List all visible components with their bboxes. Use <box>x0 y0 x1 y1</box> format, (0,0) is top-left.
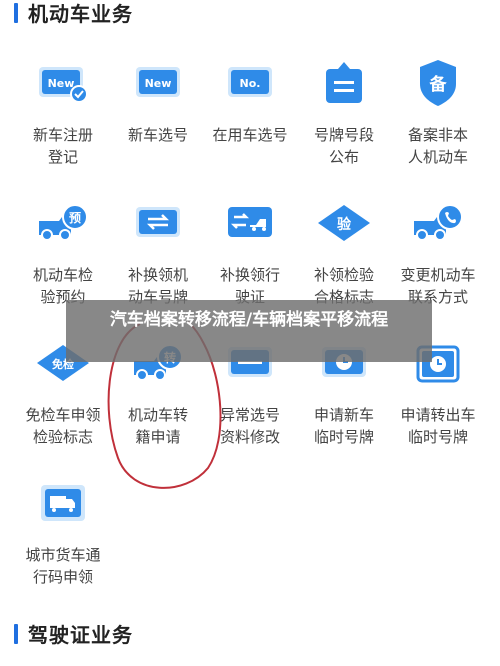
service-label: 城市货车通 行码申领 <box>25 546 101 586</box>
service-label: 新车注册 登记 <box>32 126 93 166</box>
service-plate-segment-announce[interactable]: 号牌号段 公布 <box>296 58 392 168</box>
inspection-appointment-icon: 预 <box>35 198 91 248</box>
service-replace-driving-permit[interactable]: 补换领行 驶证 <box>202 198 298 308</box>
section-header-license: 驾驶证业务 <box>14 619 133 648</box>
service-new-car-plate-select[interactable]: New 新车选号 <box>110 58 206 146</box>
record-non-owner-vehicle-icon: 备 <box>410 58 466 108</box>
section-accent-bar <box>14 623 18 644</box>
section-header-vehicle: 机动车业务 <box>14 0 133 27</box>
service-label: 申请转出车 临时号牌 <box>400 406 476 446</box>
reissue-inspection-mark-icon: 验 <box>316 198 372 248</box>
service-label: 备案非本 人机动车 <box>407 126 468 166</box>
used-car-plate-select-icon: No. <box>222 58 278 108</box>
service-replace-plate[interactable]: 补换领机 动车号牌 <box>110 198 206 308</box>
replace-plate-icon <box>130 198 186 248</box>
service-reissue-inspection-mark[interactable]: 验 补领检验 合格标志 <box>296 198 392 308</box>
service-label: 免检车申领 检验标志 <box>25 406 101 446</box>
service-truck-pass-code[interactable]: 城市货车通 行码申领 <box>15 478 111 588</box>
bei-text: 备 <box>429 74 448 95</box>
service-used-car-plate-select[interactable]: No. 在用车选号 <box>202 58 298 146</box>
service-label: 在用车选号 <box>212 126 288 144</box>
new-car-register-icon: New <box>35 58 91 108</box>
section-accent-bar <box>14 2 18 23</box>
new-text: New <box>145 77 172 90</box>
new-car-plate-select-icon: New <box>130 58 186 108</box>
yu-text: 预 <box>69 211 81 225</box>
banner-text: 汽车档案转移流程/车辆档案平移流程 <box>109 310 389 330</box>
service-label: 申请新车 临时号牌 <box>313 406 374 446</box>
section-title: 驾驶证业务 <box>28 623 133 647</box>
section-title: 机动车业务 <box>28 2 133 26</box>
service-change-contact[interactable]: 变更机动车 联系方式 <box>390 198 486 308</box>
service-inspection-appointment[interactable]: 预 机动车检 验预约 <box>15 198 111 308</box>
service-label: 新车选号 <box>127 126 188 144</box>
title-overlay-banner: 汽车档案转移流程/车辆档案平移流程 <box>66 300 432 362</box>
yan-text: 验 <box>337 216 352 233</box>
no-text: No. <box>240 77 261 90</box>
truck-pass-code-icon <box>35 478 91 528</box>
service-record-non-owner[interactable]: 备 备案非本 人机动车 <box>390 58 486 168</box>
service-label: 号牌号段 公布 <box>313 126 374 166</box>
replace-driving-permit-icon <box>222 198 278 248</box>
plate-segment-announce-icon <box>316 58 372 108</box>
new-text: New <box>48 77 75 90</box>
service-new-car-register[interactable]: New 新车注册 登记 <box>15 58 111 168</box>
change-contact-icon <box>410 198 466 248</box>
